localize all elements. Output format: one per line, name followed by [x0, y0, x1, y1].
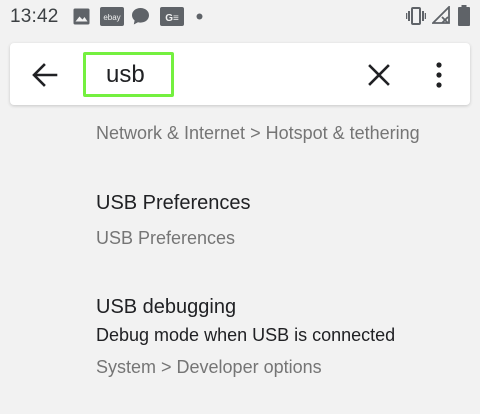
back-arrow-icon[interactable] [32, 62, 58, 88]
result-summary: Debug mode when USB is connected [96, 325, 396, 345]
result-breadcrumb: Network & Internet > Hotspot & tethering [96, 123, 420, 143]
status-time: 13:42 [10, 6, 59, 27]
close-icon[interactable] [368, 64, 390, 86]
ebay-icon: ebay [100, 7, 124, 26]
news-icon: G≡ [160, 7, 184, 26]
ebay-label: ebay [103, 13, 120, 22]
dot-icon [196, 13, 203, 20]
search-input[interactable]: usb [106, 61, 145, 89]
more-vert-icon[interactable] [434, 62, 444, 88]
status-bar: 13:42 ebay G≡ [0, 0, 480, 34]
result-breadcrumb: System > Developer options [96, 357, 322, 377]
search-bar: usb [10, 43, 470, 105]
result-breadcrumb: USB Preferences [96, 228, 236, 248]
chat-bubble-icon [132, 8, 149, 25]
news-label: G≡ [165, 13, 179, 24]
battery-icon [458, 5, 470, 26]
no-signal-icon [432, 6, 450, 24]
image-icon [73, 8, 90, 25]
result-title: USB debugging [96, 296, 237, 318]
vibrate-icon [406, 7, 426, 25]
result-title: USB Preferences [96, 192, 251, 214]
